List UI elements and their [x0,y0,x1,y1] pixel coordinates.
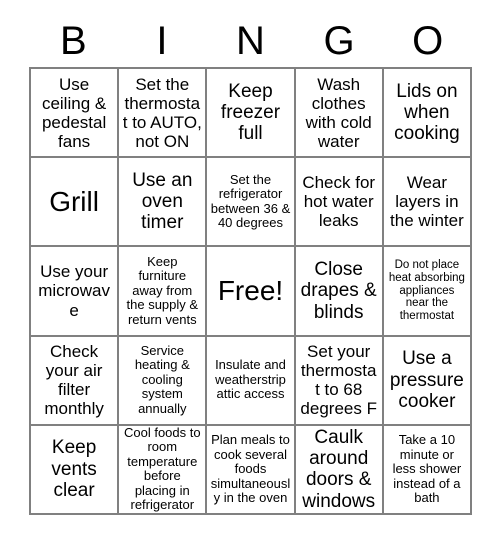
bingo-cell[interactable]: Keep freezer full [207,69,296,159]
bingo-cell[interactable]: Wash clothes with cold water [295,69,384,159]
bingo-cell-label: Cool foods to room temperature before pl… [123,425,201,513]
bingo-cell-label: Grill [49,186,99,218]
bingo-cell[interactable]: Check your air filter monthly [31,336,120,426]
bingo-cell-label: Use ceiling & pedestal fans [41,74,107,151]
bingo-header-row: B I N G O [29,16,472,66]
bingo-cell[interactable]: Keep vents clear [31,425,120,515]
bingo-cell[interactable]: Use ceiling & pedestal fans [31,69,120,159]
bingo-cell[interactable]: Caulk around doors & windows [295,425,384,515]
bingo-cell-label: Use an oven timer [132,169,193,234]
bingo-header-letter-b: B [59,19,87,63]
bingo-cell-label: Set your thermostat to 68 degrees F [300,342,377,419]
bingo-cell-label: Do not place heat absorbing appliances n… [388,258,465,323]
bingo-cell-label: Close drapes & blinds [300,259,377,323]
bingo-cell-label: Use your microwave [38,262,110,320]
bingo-cell-label: Take a 10 minute or less shower instead … [392,432,462,506]
bingo-cell[interactable]: Use your microwave [31,247,120,337]
bingo-cell-label: Wear layers in the winter [390,173,464,231]
bingo-cell[interactable]: Do not place heat absorbing appliances n… [383,247,472,337]
bingo-card: B I N G O Use ceiling & pedestal fans Se… [0,0,500,544]
bingo-cell[interactable]: Lids on when cooking [383,69,472,159]
bingo-cell-label: Use a pressure cooker [389,348,464,412]
bingo-cell-label: Check for hot water leaks [302,173,376,231]
bingo-cell[interactable]: Check for hot water leaks [295,158,384,248]
bingo-free-space[interactable]: Free! [207,247,296,337]
bingo-cell[interactable]: Service heating & cooling system annuall… [119,336,208,426]
bingo-free-space-label: Free! [217,275,284,307]
bingo-cell[interactable]: Take a 10 minute or less shower instead … [383,425,472,515]
bingo-cell-label: Caulk around doors & windows [302,426,376,512]
bingo-cell[interactable]: Close drapes & blinds [295,247,384,337]
bingo-cell-label: Plan meals to cook several foods simulta… [210,432,291,506]
bingo-cell-label: Set the thermostat to AUTO, not ON [122,74,202,151]
bingo-cell[interactable]: Grill [31,158,120,248]
bingo-header-letter-g: G [323,19,355,63]
bingo-cell-label: Check your air filter monthly [44,342,104,419]
bingo-header-letter-i: I [156,19,168,63]
bingo-cell-label: Keep freezer full [220,80,281,145]
bingo-cell-label: Service heating & cooling system annuall… [134,342,190,417]
bingo-cell[interactable]: Plan meals to cook several foods simulta… [207,425,296,515]
bingo-header-letter-o: O [412,19,444,63]
bingo-cell[interactable]: Insulate and weatherstrip attic access [207,336,296,426]
bingo-cell-label: Keep vents clear [51,437,97,502]
bingo-cell-label: Insulate and weatherstrip attic access [215,357,286,402]
bingo-cell-label: Wash clothes with cold water [305,74,372,151]
bingo-cell[interactable]: Set the refrigerator between 36 & 40 deg… [207,158,296,248]
bingo-cell-label: Set the refrigerator between 36 & 40 deg… [210,171,291,231]
bingo-cell[interactable]: Wear layers in the winter [383,158,472,248]
bingo-cell-label: Keep furniture away from the supply & re… [126,253,199,327]
bingo-grid: Use ceiling & pedestal fans Set the ther… [29,67,472,515]
bingo-header-letter-n: N [236,19,265,63]
bingo-cell[interactable]: Use a pressure cooker [383,336,472,426]
bingo-cell[interactable]: Cool foods to room temperature before pl… [119,425,208,515]
bingo-cell[interactable]: Set the thermostat to AUTO, not ON [119,69,208,159]
bingo-cell-label: Lids on when cooking [394,80,460,145]
bingo-cell[interactable]: Keep furniture away from the supply & re… [119,247,208,337]
bingo-cell[interactable]: Use an oven timer [119,158,208,248]
bingo-cell[interactable]: Set your thermostat to 68 degrees F [295,336,384,426]
